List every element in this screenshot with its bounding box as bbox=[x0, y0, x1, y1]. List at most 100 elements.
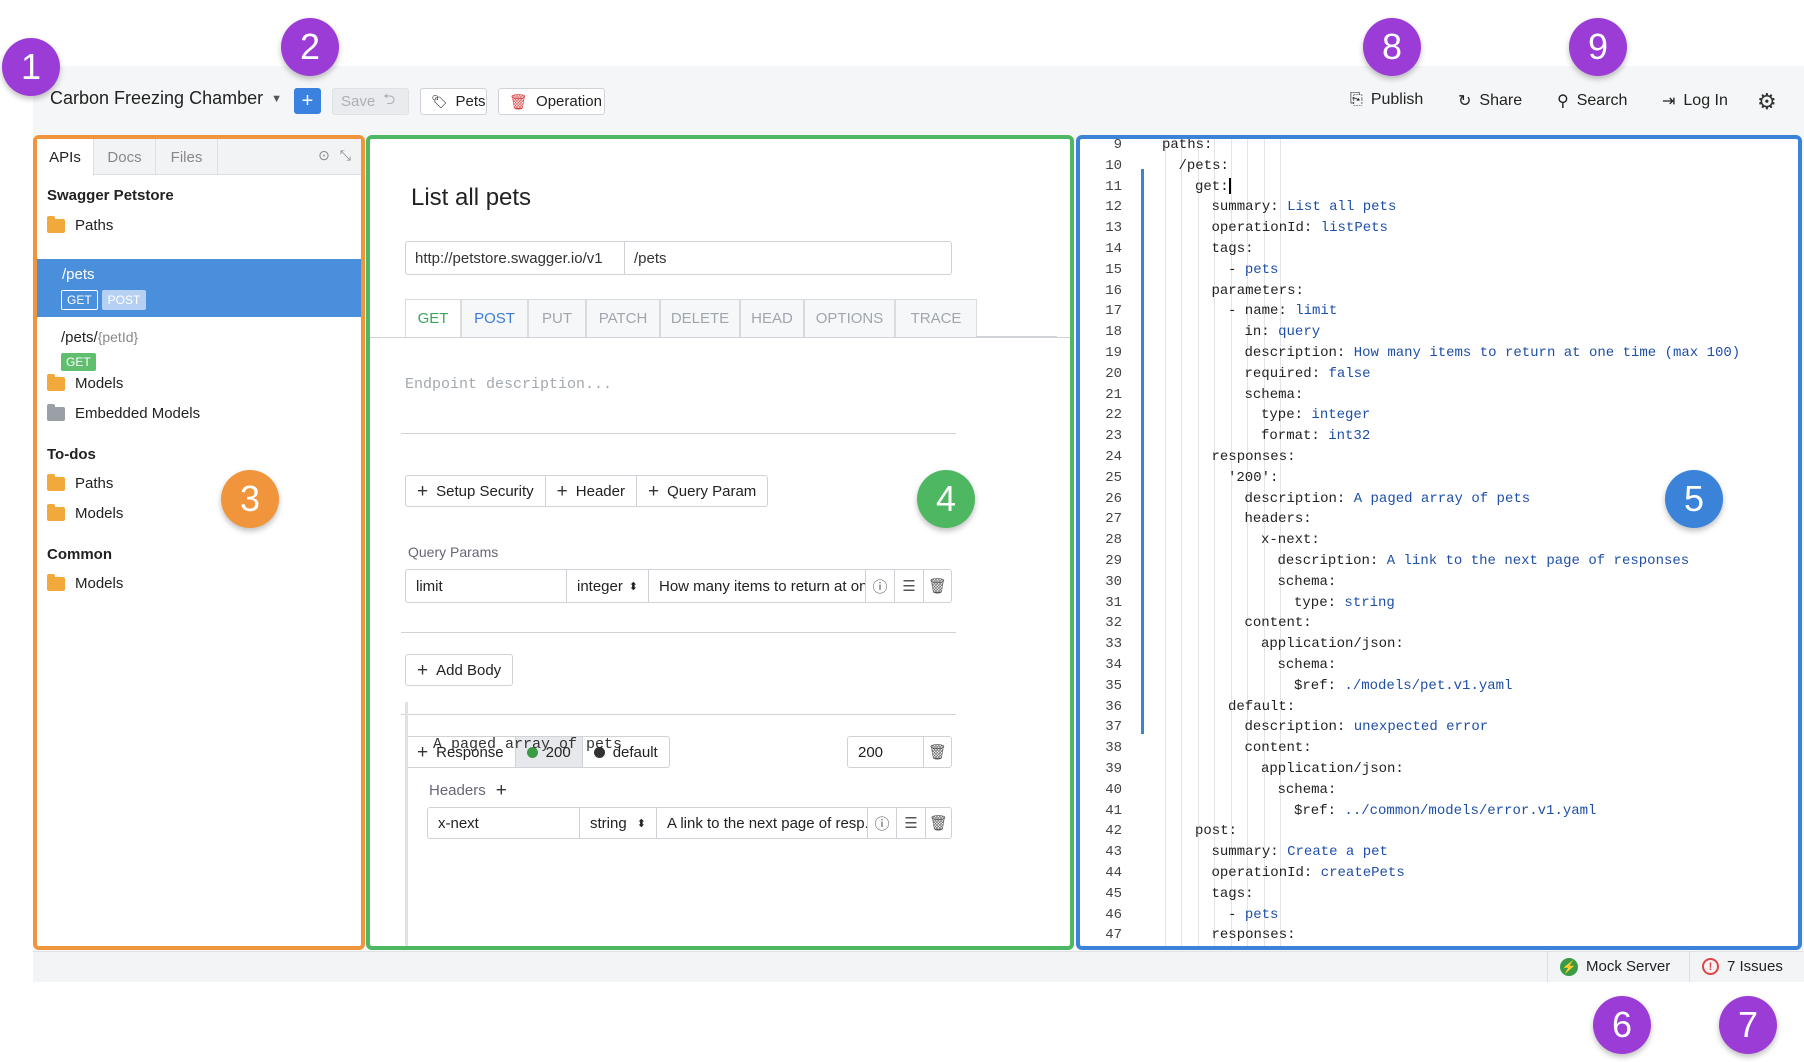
mock-server-button[interactable]: ⚡ Mock Server bbox=[1547, 951, 1682, 982]
share-button[interactable]: ↻ Share bbox=[1458, 91, 1522, 111]
yaml-value: false bbox=[1328, 365, 1371, 382]
sidebar-item-embedded-models[interactable]: Embedded Models bbox=[47, 403, 201, 422]
code-line: 28 x-next: bbox=[1080, 531, 1798, 549]
header-type-select[interactable]: string ⬍ bbox=[580, 808, 657, 838]
trash-icon[interactable]: 🗑 bbox=[924, 570, 951, 602]
add-query-param-button[interactable]: + Query Param bbox=[637, 476, 767, 506]
endpoint-description-input[interactable]: Endpoint description... bbox=[405, 376, 612, 393]
yaml-value: integer bbox=[1311, 407, 1371, 424]
yaml-key: required: bbox=[1244, 365, 1329, 382]
add-button[interactable]: + bbox=[294, 88, 321, 114]
tab-put[interactable]: PUT bbox=[528, 299, 586, 337]
yaml-key: summary: bbox=[1211, 199, 1288, 216]
yaml-value: ../common/models/error.v1.yaml bbox=[1344, 802, 1597, 819]
line-number: 47 bbox=[1105, 927, 1122, 944]
code-text: get: bbox=[1195, 177, 1231, 196]
query-param-name[interactable]: limit bbox=[406, 570, 567, 602]
path-input[interactable]: /pets bbox=[625, 242, 667, 274]
tab-get[interactable]: GET bbox=[405, 299, 461, 337]
line-number: 20 bbox=[1105, 365, 1122, 382]
operation-button[interactable]: 🗑 Operation bbox=[498, 88, 605, 115]
code-editor[interactable]: 9 paths: 10/pets: 11 get: 12 summary: List all… bbox=[1076, 135, 1802, 950]
sidebar-item-label: Models bbox=[75, 505, 124, 522]
query-param-row: limit integer ⬍ How many items to return … bbox=[405, 569, 952, 603]
save-label: Save bbox=[341, 93, 376, 110]
pets-tag-button[interactable]: 🏷 Pets bbox=[420, 88, 487, 115]
query-param-description[interactable]: How many items to return at on... bbox=[649, 570, 866, 602]
response-description[interactable]: A paged array of pets bbox=[433, 736, 622, 753]
tag-icon: 🏷 bbox=[431, 93, 448, 109]
query-param-label: Query Param bbox=[667, 482, 757, 500]
yaml-value: string bbox=[1344, 594, 1395, 611]
header-description[interactable]: A link to the next page of resp... bbox=[657, 808, 868, 838]
code-line: 44 operationId: createPets bbox=[1080, 864, 1798, 882]
yaml-key: tags: bbox=[1211, 241, 1254, 257]
undo-icon: ⮌ bbox=[383, 91, 396, 108]
trash-icon: 🗑 bbox=[509, 93, 529, 111]
tab-options[interactable]: OPTIONS bbox=[804, 299, 895, 337]
code-text: application/json: bbox=[1261, 760, 1404, 778]
tab-patch[interactable]: PATCH bbox=[586, 299, 660, 337]
info-icon[interactable]: ⓘ bbox=[868, 808, 897, 838]
sidebar-item-todos-paths[interactable]: Paths bbox=[47, 473, 113, 492]
code-text: description: A link to the next page of … bbox=[1278, 552, 1690, 570]
plus-icon: + bbox=[647, 480, 660, 502]
code-text: post: bbox=[1195, 822, 1237, 840]
login-button[interactable]: ⇥ Log In bbox=[1662, 91, 1728, 111]
query-param-type-select[interactable]: integer ⬍ bbox=[567, 570, 649, 602]
yaml-value: limit bbox=[1295, 303, 1338, 320]
yaml-key: - bbox=[1228, 906, 1245, 923]
yaml-key: schema: bbox=[1277, 657, 1337, 673]
line-number: 11 bbox=[1105, 178, 1122, 195]
sidebar-item-paths[interactable]: Paths bbox=[47, 215, 113, 234]
project-title-dropdown[interactable]: Carbon Freezing Chamber ▼ bbox=[50, 88, 282, 109]
tab-head[interactable]: HEAD bbox=[740, 299, 804, 337]
save-button[interactable]: Save ⮌ bbox=[332, 88, 409, 115]
response-code-input[interactable]: 200 bbox=[848, 737, 924, 767]
tab-delete[interactable]: DELETE bbox=[660, 299, 740, 337]
publish-button[interactable]: ⎘ Publish bbox=[1350, 91, 1423, 109]
code-text: application/json: bbox=[1261, 635, 1404, 653]
search-button[interactable]: ⚲ Search bbox=[1557, 91, 1627, 111]
add-body-button[interactable]: + Add Body bbox=[405, 654, 514, 686]
sidebar-item-models[interactable]: Models bbox=[47, 373, 123, 392]
sidebar-item-todos-models[interactable]: Models bbox=[47, 503, 124, 522]
sidebar-item-pet-id-path[interactable]: /pets/{petId} GET bbox=[61, 329, 138, 371]
sidebar-item-pets-path[interactable]: /pets GET POST bbox=[37, 259, 361, 317]
publish-icon: ⎘ bbox=[1350, 91, 1363, 108]
sidebar-panel: APIs Docs Files ⊙ ⤡ Swagger Petstore Pat… bbox=[33, 135, 365, 950]
operation-title[interactable]: List all pets bbox=[411, 184, 531, 212]
tab-post[interactable]: POST bbox=[461, 299, 528, 337]
add-header-button[interactable]: + Header bbox=[546, 476, 637, 506]
code-line: 15 - pets bbox=[1080, 261, 1798, 279]
line-number: 15 bbox=[1105, 261, 1122, 278]
line-number: 18 bbox=[1105, 324, 1122, 341]
trash-icon[interactable]: 🗑 bbox=[926, 808, 951, 838]
trash-icon[interactable]: 🗑 bbox=[924, 737, 951, 767]
alert-icon: ! bbox=[1702, 958, 1719, 975]
sidebar-item-common-models[interactable]: Models bbox=[47, 573, 123, 592]
tab-files[interactable]: Files bbox=[156, 139, 218, 175]
target-icon[interactable]: ⊙ bbox=[318, 147, 330, 164]
list-icon[interactable]: ☰ bbox=[897, 808, 926, 838]
tab-trace[interactable]: TRACE bbox=[895, 299, 977, 337]
header-name[interactable]: x-next bbox=[428, 808, 580, 838]
yaml-key: /pets: bbox=[1178, 157, 1229, 174]
list-icon[interactable]: ☰ bbox=[895, 570, 924, 602]
code-line: 31 type: string bbox=[1080, 594, 1798, 612]
base-url[interactable]: http://petstore.swagger.io/v1 bbox=[406, 242, 625, 274]
section-title-swagger-petstore: Swagger Petstore bbox=[47, 187, 174, 204]
gear-icon[interactable]: ⚙ bbox=[1757, 89, 1777, 115]
tab-apis[interactable]: APIs bbox=[37, 139, 94, 176]
add-header-icon[interactable]: + bbox=[496, 781, 507, 800]
code-text: in: query bbox=[1245, 323, 1321, 341]
callout-1: 1 bbox=[2, 38, 60, 96]
issues-button[interactable]: ! 7 Issues bbox=[1689, 951, 1795, 982]
yaml-key: application/json: bbox=[1261, 761, 1404, 777]
tab-docs[interactable]: Docs bbox=[94, 139, 156, 175]
info-icon[interactable]: ⓘ bbox=[866, 570, 895, 602]
header-row: x-next string ⬍ A link to the next page o… bbox=[427, 807, 952, 839]
collapse-icon[interactable]: ⤡ bbox=[340, 147, 351, 164]
sidebar-item-label: Embedded Models bbox=[75, 405, 201, 422]
setup-security-button[interactable]: + Setup Security bbox=[406, 476, 546, 506]
